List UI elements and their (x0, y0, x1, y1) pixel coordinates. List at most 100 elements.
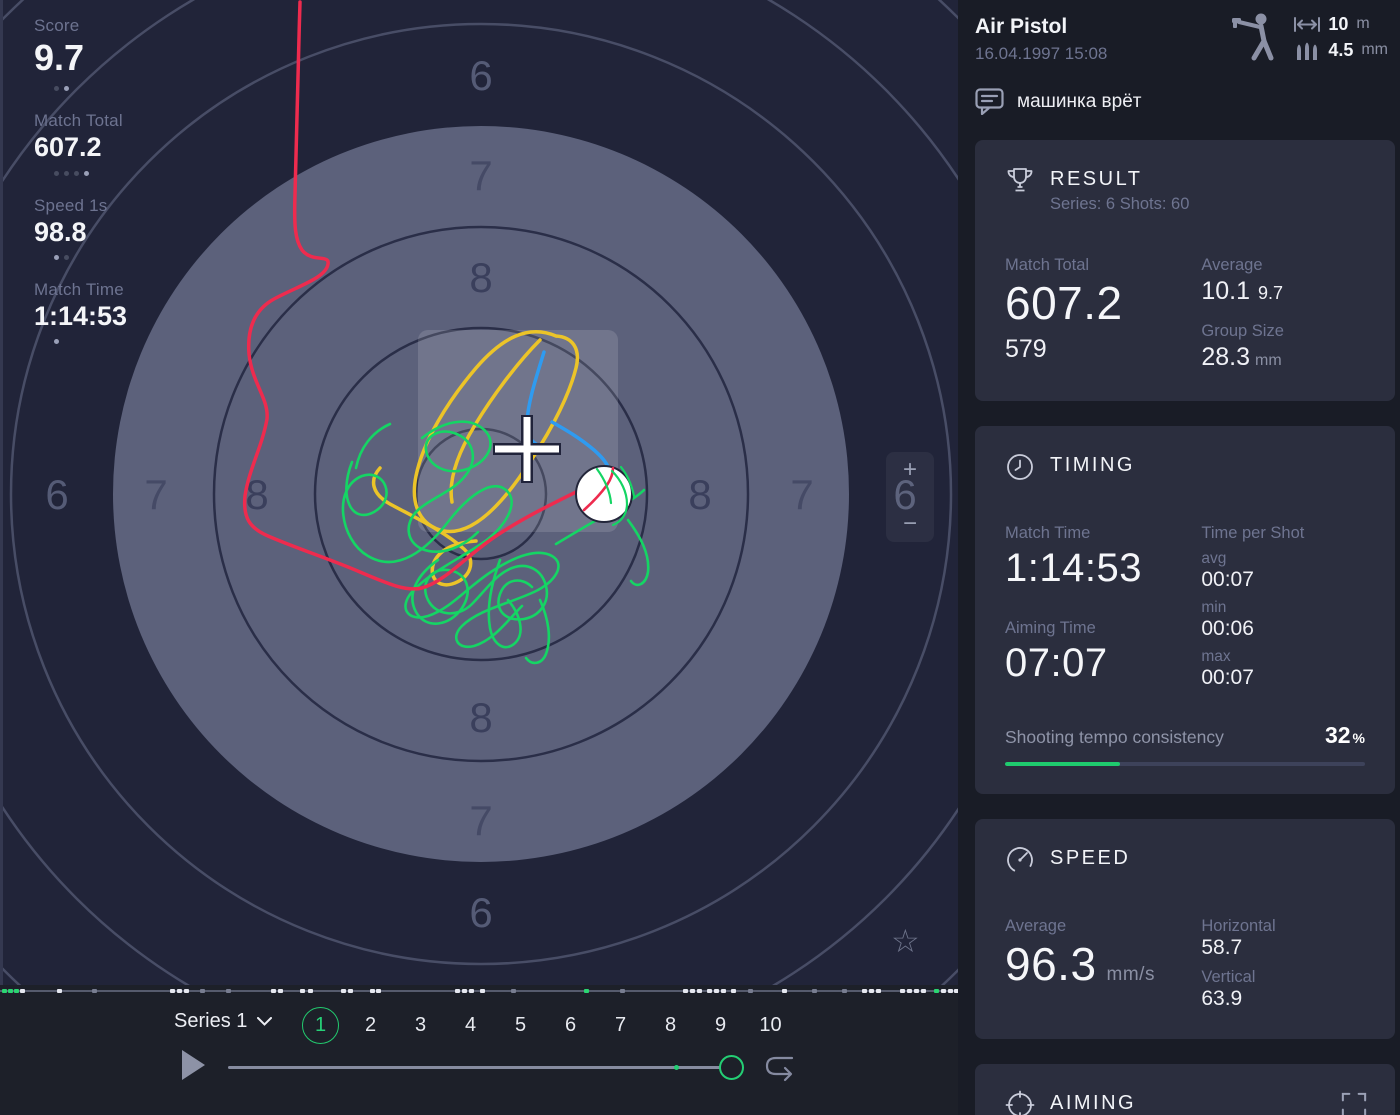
stat-dot[interactable] (54, 339, 59, 344)
stat-dot[interactable] (64, 255, 69, 260)
speed-average-unit: mm/s (1107, 964, 1155, 985)
series-buttons: 1 2 3 4 5 6 7 8 9 10 (302, 1007, 789, 1044)
tps-min-value: 00:06 (1201, 617, 1365, 641)
speed-grid: Average 96.3mm/s Horizontal 58.7 Vertica… (1005, 917, 1365, 1011)
stat-score-dots[interactable] (54, 86, 127, 91)
shot-timeline[interactable] (0, 988, 958, 994)
zoom-out-button[interactable]: − (886, 508, 934, 540)
result-card: RESULT Series: 6 Shots: 60 Match Total 6… (975, 140, 1395, 401)
tempo-unit: % (1353, 730, 1365, 746)
result-subtitle: Series: 6 Shots: 60 (1050, 195, 1189, 214)
stat-speed-dots[interactable] (54, 255, 127, 260)
ring-label-6-top: 6 (469, 52, 492, 99)
slider-handle[interactable] (719, 1055, 744, 1080)
timeline-tick (341, 989, 346, 993)
slider-green-mark (674, 1065, 679, 1070)
timeline-tick (714, 989, 719, 993)
timeline-tick (511, 989, 516, 993)
tempo-progress-fill (1005, 762, 1120, 766)
stat-match-total-dots[interactable] (54, 171, 127, 176)
stat-match-time-dots[interactable] (54, 339, 127, 344)
timeline-tick (584, 989, 589, 993)
result-average-secondary: 9.7 (1258, 283, 1283, 303)
timing-card-header: TIMING (1005, 452, 1365, 482)
timing-card: TIMING Match Time 1:14:53 Aiming Time 07… (975, 426, 1395, 794)
stat-score-value: 9.7 (34, 36, 127, 79)
shooter-icon (1230, 10, 1280, 64)
series-dropdown[interactable]: Series 1 (174, 1010, 272, 1033)
stat-dot[interactable] (54, 86, 59, 91)
comment-row[interactable]: машинка врёт (975, 88, 1400, 115)
tps-avg-label: avg (1201, 550, 1365, 568)
ring-label-8-bottom: 8 (469, 694, 492, 741)
series-button-1[interactable]: 1 (302, 1007, 339, 1044)
series-button-3[interactable]: 3 (402, 1007, 439, 1044)
session-header: Air Pistol 16.04.1997 15:08 (958, 0, 1400, 72)
stat-dot[interactable] (84, 171, 89, 176)
timeline-tick (455, 989, 460, 993)
speed-average-block: Average 96.3mm/s (1005, 917, 1201, 1011)
aiming-title: AIMING (1050, 1090, 1136, 1115)
result-average-main: 10.1 (1201, 277, 1250, 305)
timeline-tick (200, 989, 205, 993)
timeline-tick (690, 989, 695, 993)
play-icon (180, 1048, 207, 1082)
series-button-8[interactable]: 8 (652, 1007, 689, 1044)
tempo-label: Shooting tempo consistency (1005, 727, 1224, 748)
tps-max-label: max (1201, 648, 1365, 666)
target-canvas: 6 7 8 8 7 6 6 7 8 8 7 6 (0, 0, 958, 985)
aiming-card: AIMING (975, 1064, 1395, 1115)
play-button[interactable] (180, 1048, 207, 1085)
timeline-tick (308, 989, 313, 993)
series-button-5[interactable]: 5 (502, 1007, 539, 1044)
sidebar: Air Pistol 16.04.1997 15:08 (958, 0, 1400, 1115)
stat-score-label: Score (34, 16, 127, 36)
series-button-2[interactable]: 2 (352, 1007, 389, 1044)
stats-overlay: Score 9.7 Match Total 607.2 Speed 1s 98.… (34, 16, 127, 364)
timeline-tick (376, 989, 381, 993)
series-button-9[interactable]: 9 (702, 1007, 739, 1044)
timeline-tick (226, 989, 231, 993)
stat-speed: Speed 1s 98.8 (34, 196, 127, 260)
result-match-total-block: Match Total 607.2 579 (1005, 256, 1201, 373)
zoom-control: + − (886, 452, 934, 542)
series-button-6[interactable]: 6 (552, 1007, 589, 1044)
timeline-tick (907, 989, 912, 993)
loop-button[interactable] (764, 1050, 796, 1085)
stat-dot[interactable] (64, 86, 69, 91)
distance-row: 10 m (1294, 14, 1388, 35)
result-card-titles: RESULT Series: 6 Shots: 60 (1050, 166, 1189, 214)
timeline-tick (697, 989, 702, 993)
timeline-tick (177, 989, 182, 993)
ring-label-8-right: 8 (688, 471, 711, 518)
series-button-4[interactable]: 4 (452, 1007, 489, 1044)
timing-left-block: Match Time 1:14:53 Aiming Time 07:07 (1005, 524, 1201, 690)
distance-unit: m (1356, 15, 1369, 33)
tps-avg-value: 00:07 (1201, 568, 1365, 592)
caliber-unit: mm (1361, 41, 1388, 59)
timeline-tick (480, 989, 485, 993)
speed-average-label: Average (1005, 917, 1201, 936)
series-button-7[interactable]: 7 (602, 1007, 639, 1044)
ring-label-8-top: 8 (469, 254, 492, 301)
aiming-expand-button[interactable] (1341, 1092, 1367, 1115)
stat-dot[interactable] (74, 171, 79, 176)
stat-dot[interactable] (54, 171, 59, 176)
stat-dot[interactable] (64, 171, 69, 176)
playback-slider[interactable] (228, 1066, 741, 1069)
chevron-down-icon (257, 1017, 272, 1026)
stat-speed-label: Speed 1s (34, 196, 127, 216)
favorite-star-button[interactable]: ☆ (891, 922, 920, 960)
stat-dot[interactable] (54, 255, 59, 260)
result-average-value: 10.1 9.7 (1201, 275, 1365, 308)
tempo-value: 32% (1325, 722, 1365, 749)
timeline-tick (721, 989, 726, 993)
aiming-time-value: 07:07 (1005, 638, 1201, 688)
series-button-10[interactable]: 10 (752, 1007, 789, 1044)
zoom-in-button[interactable]: + (886, 454, 934, 486)
clock-icon (1005, 452, 1035, 482)
timeline-tick (748, 989, 753, 993)
session-specs: 10 m 4.5 mm (1230, 10, 1388, 64)
stat-speed-value: 98.8 (34, 216, 127, 248)
tps-min-label: min (1201, 599, 1365, 617)
